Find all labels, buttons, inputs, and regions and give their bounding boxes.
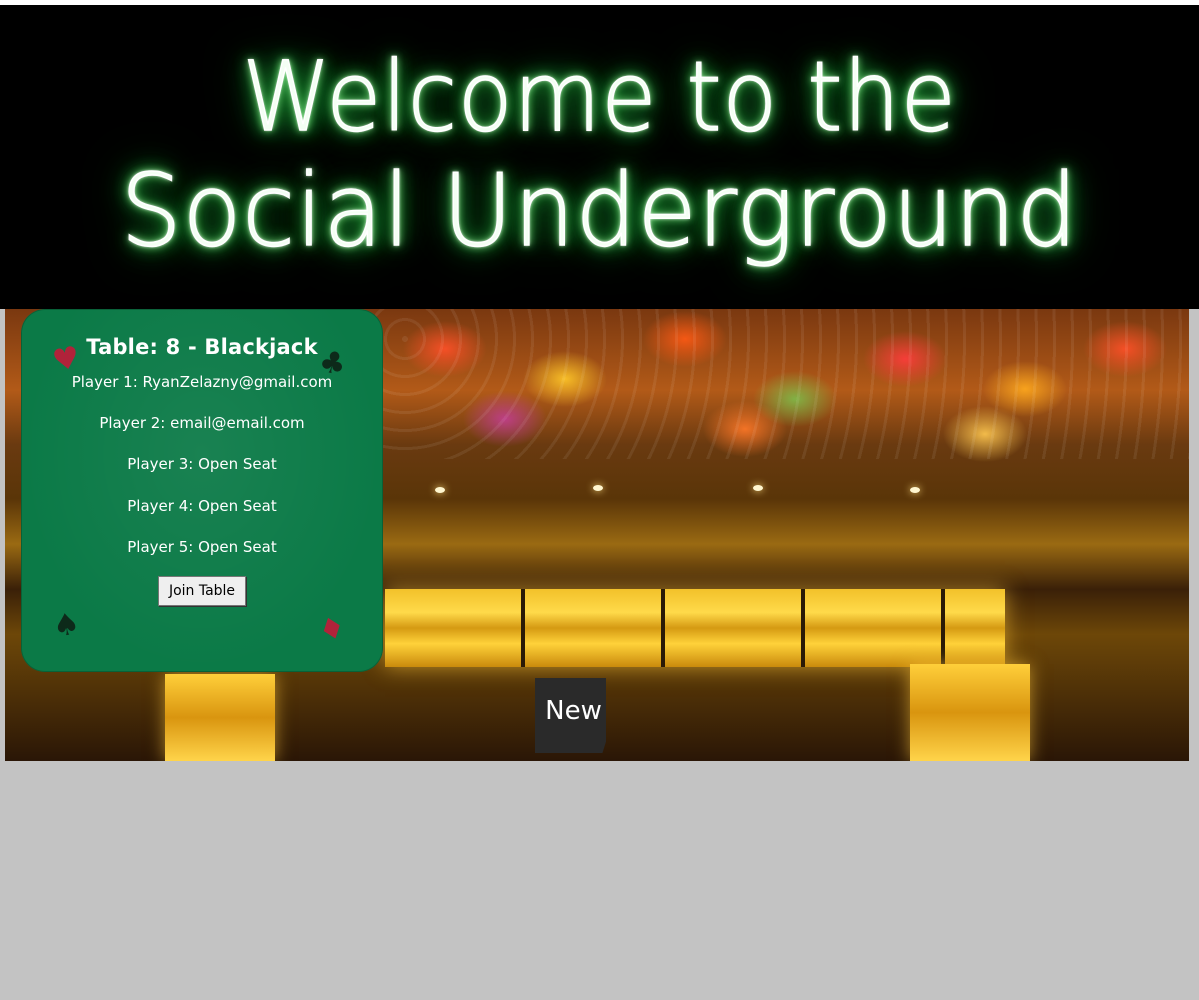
ceiling-light [753,485,763,491]
lit-pillar-right [910,664,1030,761]
diamond-icon: ♦ [313,608,351,651]
lit-onyx-panels [385,589,1005,667]
neon-title-line-2: Social Underground [120,152,1079,269]
ceiling-light [593,485,603,491]
join-table-button[interactable]: Join Table [158,576,246,606]
table-card: ♥ ♣ ♠ ♦ Table: 8 - Blackjack Player 1: R… [21,309,383,672]
neon-title-line-1: Welcome to the [242,41,957,153]
table-title: Table: 8 - Blackjack [86,335,318,359]
player-seat-5: Player 5: Open Seat [127,538,277,556]
lit-pillar-left [165,674,275,761]
player-seat-3: Player 3: Open Seat [127,455,277,473]
player-seat-4: Player 4: Open Seat [127,497,277,515]
ceiling-light [435,487,445,493]
player-seat-2: Player 2: email@email.com [99,414,305,432]
player-seat-1: Player 1: RyanZelazny@gmail.com [71,373,333,391]
spade-icon: ♠ [50,606,83,645]
ceiling-light [910,487,920,493]
glass-ceiling-art [375,309,1189,459]
new-table-button[interactable]: New [535,678,606,753]
neon-header: Welcome to the Social Underground [0,5,1199,309]
